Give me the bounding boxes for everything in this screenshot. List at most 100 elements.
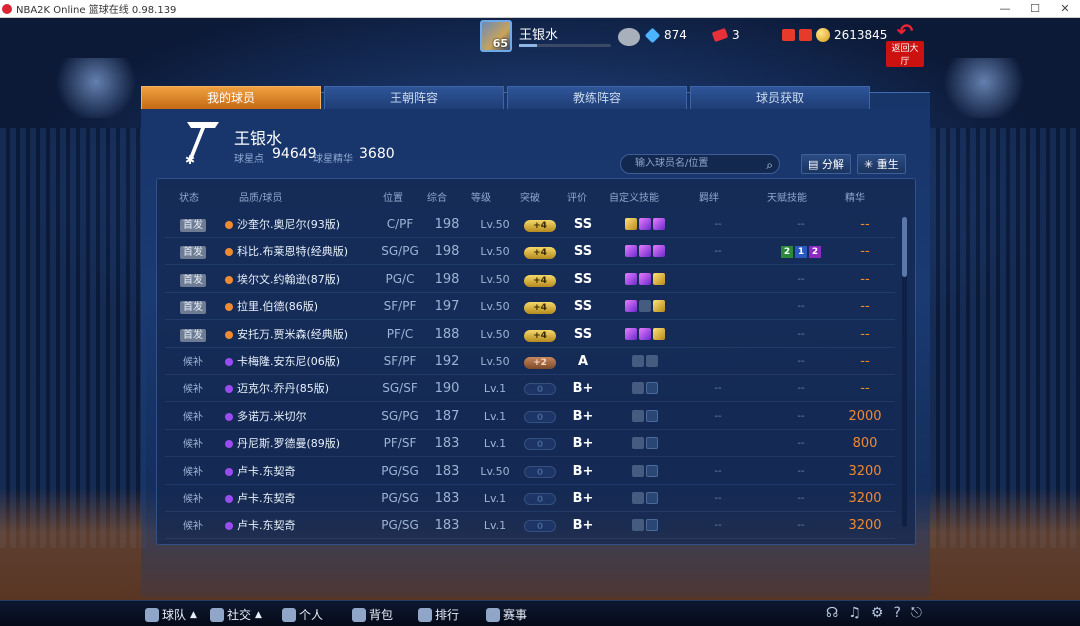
nav-personal[interactable]: 个人 [282, 606, 323, 623]
player-name-cell[interactable]: 卢卡.东契奇 [225, 458, 365, 485]
skill-icon[interactable] [653, 245, 665, 258]
table-row[interactable]: 候补 迈克尔.乔丹(85版) SG/SF 190 Lv.1 0 B+ -- -- -- [165, 375, 895, 403]
maximize-button[interactable]: ☐ [1020, 0, 1050, 18]
talent-skills: -- [797, 383, 805, 395]
custom-skills[interactable] [605, 375, 685, 402]
table-row[interactable]: 候补 卢卡.东契奇 PG/SG 183 Lv.50 0 B+ -- -- 3200 [165, 458, 895, 485]
skill-icon[interactable] [653, 218, 665, 230]
skill-icon[interactable] [646, 382, 658, 395]
custom-skills[interactable] [605, 266, 685, 293]
skill-icon[interactable] [625, 245, 637, 258]
skill-icon[interactable] [632, 355, 644, 367]
table-row[interactable]: 候补 丹尼斯.罗德曼(89版) PF/SF 183 Lv.1 0 B+ -- 800 [165, 430, 895, 458]
music-icon[interactable]: ♫ [848, 605, 861, 621]
vip-badge[interactable] [618, 28, 644, 46]
skill-icon[interactable] [639, 300, 651, 313]
tab-dynasty-lineup[interactable]: 王朝阵容 [324, 86, 504, 109]
table-row[interactable]: 候补 卢卡.东契奇 PG/SG 183 Lv.1 0 B+ -- -- 3200 [165, 485, 895, 512]
skill-icon[interactable] [646, 355, 658, 367]
search-icon[interactable]: ⌕ [766, 156, 773, 174]
nav-backpack[interactable]: 背包 [352, 606, 393, 623]
player-name-cell[interactable]: 安托万.贾米森(经典版) [225, 321, 365, 348]
skill-icon[interactable] [653, 300, 665, 313]
breakthrough-badge: 0 [524, 520, 556, 533]
minimize-button[interactable]: — [990, 0, 1020, 18]
player-name-cell[interactable]: 科比.布莱恩特(经典版) [225, 238, 365, 265]
crowd-right [930, 128, 1080, 548]
skill-icon[interactable] [625, 218, 637, 230]
custom-skills[interactable] [605, 430, 685, 457]
exchange-icon[interactable] [799, 29, 812, 41]
player-name-cell[interactable]: 卢卡.东契奇 [225, 485, 365, 512]
skill-icon[interactable] [639, 245, 651, 258]
custom-skills[interactable] [605, 348, 685, 375]
skill-icon[interactable] [632, 492, 644, 504]
tab-player-acquire[interactable]: 球员获取 [690, 86, 870, 109]
scrollbar-thumb[interactable] [902, 217, 907, 277]
player-avatar[interactable]: 65 [480, 20, 512, 52]
nav-events[interactable]: 赛事 [486, 606, 527, 623]
skill-icon[interactable] [646, 437, 658, 450]
custom-skills[interactable] [605, 293, 685, 320]
gem-counter[interactable]: 874 [644, 27, 687, 43]
nav-team[interactable]: 球队 ▲ [145, 606, 197, 623]
custom-skills[interactable] [605, 403, 685, 430]
skill-icon[interactable] [625, 327, 637, 340]
custom-skills[interactable] [605, 458, 685, 485]
player-name-cell[interactable]: 埃尔文.约翰逊(87版) [225, 266, 365, 293]
table-scrollbar[interactable] [902, 217, 907, 527]
custom-skills[interactable] [605, 321, 685, 348]
headset-icon[interactable]: ☊ [826, 605, 838, 621]
skill-icon[interactable] [653, 327, 665, 340]
skill-icon[interactable] [646, 492, 658, 504]
skill-icon[interactable] [639, 327, 651, 340]
skill-icon[interactable] [632, 409, 644, 422]
decompose-button[interactable]: ▤ 分解 [801, 154, 851, 174]
reborn-button[interactable]: ✳ 重生 [857, 154, 906, 174]
skill-icon[interactable] [625, 272, 637, 285]
player-name-cell[interactable]: 沙奎尔.奥尼尔(93版) [225, 211, 365, 238]
skill-icon[interactable] [632, 437, 644, 450]
skill-icon[interactable] [639, 272, 651, 285]
table-row[interactable]: 候补 多诺万.米切尔 SG/PG 187 Lv.1 0 B+ -- -- 2000 [165, 403, 895, 430]
tab-coach-lineup[interactable]: 教练阵容 [507, 86, 687, 109]
ticket-counter[interactable]: 3 [711, 27, 740, 43]
skill-icon[interactable] [639, 218, 651, 230]
skill-icon[interactable] [632, 464, 644, 477]
plus-icon[interactable] [782, 29, 795, 41]
table-row[interactable]: 首发 科比.布莱恩特(经典版) SG/PG 198 Lv.50 +4 SS -- 2 1 2 -- [165, 238, 895, 266]
table-row[interactable]: 首发 安托万.贾米森(经典版) PF/C 188 Lv.50 +4 SS -- -- [165, 321, 895, 348]
custom-skills[interactable] [605, 485, 685, 512]
skill-icon[interactable] [632, 382, 644, 395]
table-row[interactable]: 首发 沙奎尔.奥尼尔(93版) C/PF 198 Lv.50 +4 SS -- -- -- [165, 211, 895, 238]
table-row[interactable]: 首发 拉里.伯德(86版) SF/PF 197 Lv.50 +4 SS -- -- [165, 293, 895, 321]
close-button[interactable]: ✕ [1050, 0, 1080, 18]
custom-skills[interactable] [605, 512, 685, 539]
tab-my-players[interactable]: 我的球员 [141, 86, 321, 109]
player-name-cell[interactable]: 拉里.伯德(86版) [225, 293, 365, 320]
skill-icon[interactable] [625, 300, 637, 313]
skill-icon[interactable] [632, 519, 644, 532]
table-row[interactable]: 候补 卡梅隆.安东尼(06版) SF/PF 192 Lv.50 +2 A -- -- [165, 348, 895, 375]
custom-skills[interactable] [605, 211, 685, 238]
skill-icon[interactable] [653, 272, 665, 285]
table-row[interactable]: 首发 埃尔文.约翰逊(87版) PG/C 198 Lv.50 +4 SS -- -- [165, 266, 895, 293]
back-to-lobby-button[interactable]: ↶ 返回大厅 [886, 21, 924, 67]
exit-icon[interactable]: ⎋ [911, 605, 922, 621]
skill-icon[interactable] [646, 464, 658, 477]
help-icon[interactable]: ? [893, 605, 900, 621]
player-name-cell[interactable]: 迈克尔.乔丹(85版) [225, 375, 365, 402]
player-search-input[interactable]: 输入球员名/位置 ⌕ [620, 154, 780, 174]
player-name-cell[interactable]: 多诺万.米切尔 [225, 403, 365, 430]
player-name-cell[interactable]: 丹尼斯.罗德曼(89版) [225, 430, 365, 457]
nav-ranking[interactable]: 排行 [418, 606, 459, 623]
nav-social[interactable]: 社交 ▲ [210, 606, 262, 623]
table-row[interactable]: 候补 卢卡.东契奇 PG/SG 183 Lv.1 0 B+ -- -- 3200 [165, 512, 895, 540]
skill-icon[interactable] [646, 409, 658, 422]
skill-icon[interactable] [646, 519, 658, 532]
gear-icon[interactable]: ⚙ [871, 605, 884, 621]
player-name-cell[interactable]: 卡梅隆.安东尼(06版) [225, 348, 365, 375]
custom-skills[interactable] [605, 238, 685, 265]
coin-counter[interactable]: 2613845 [782, 28, 887, 42]
player-name-cell[interactable]: 卢卡.东契奇 [225, 512, 365, 539]
